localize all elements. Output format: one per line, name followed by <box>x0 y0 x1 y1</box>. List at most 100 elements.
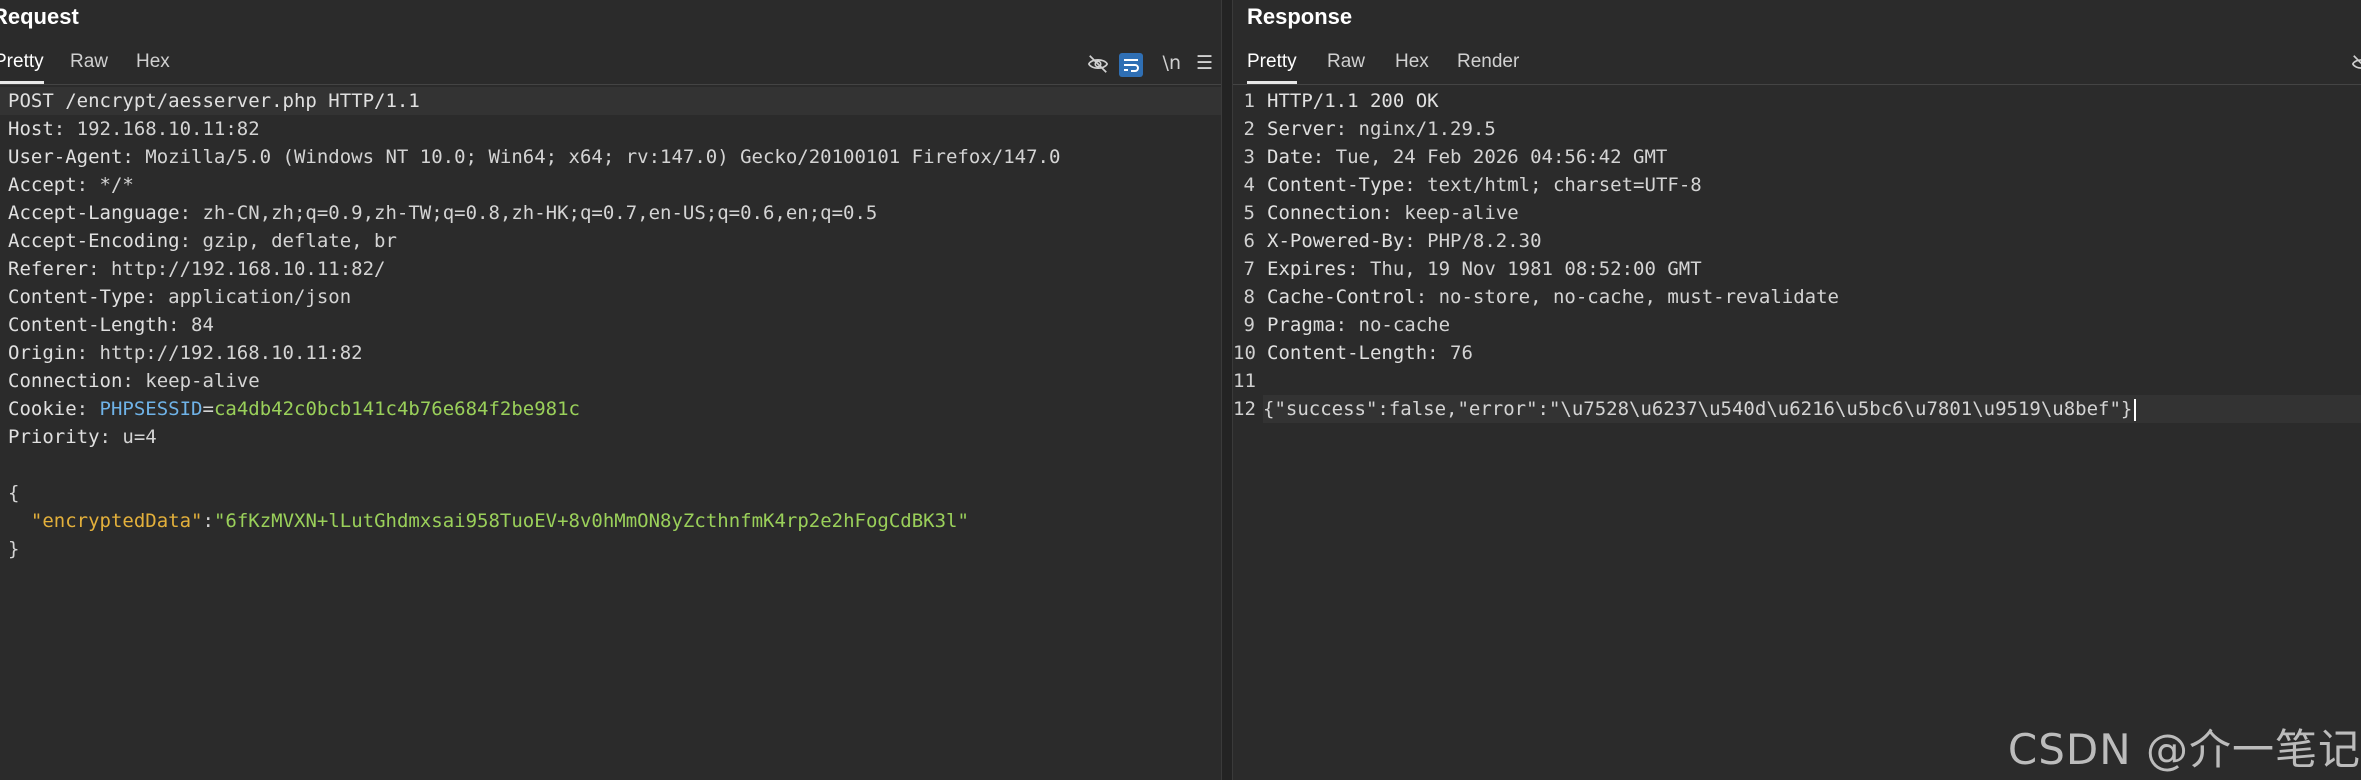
menu-icon[interactable]: ☰ <box>1196 48 1213 78</box>
request-token: "encryptedData" <box>30 510 203 532</box>
response-token: {"success":false,"error":"\u7528\u6237\u… <box>1263 398 2133 420</box>
line-number: 11 <box>1233 370 1256 392</box>
response-line: Server: nginx/1.29.5 <box>1267 115 2361 143</box>
response-title: Response <box>1247 4 1353 29</box>
response-token: : Thu, 19 Nov 1981 08:52:00 GMT <box>1347 258 1702 280</box>
request-token: : zh-CN,zh;q=0.9,zh-TW;q=0.8,zh-HK;q=0.7… <box>179 202 878 224</box>
line-number: 1 <box>1243 90 1255 112</box>
request-token: Content-Length <box>8 314 169 336</box>
response-token: HTTP/1.1 200 OK <box>1267 90 1439 112</box>
request-token: Origin <box>8 342 77 364</box>
response-line: Pragma: no-cache <box>1267 311 2361 339</box>
response-token: : no-cache <box>1335 314 1451 336</box>
response-pane: Response Pretty Raw Hex Render 123456789… <box>1233 0 2361 780</box>
request-token: } <box>8 538 20 560</box>
line-number: 7 <box>1243 258 1255 280</box>
request-token: : http://192.168.10.11:82 <box>76 342 363 364</box>
response-token: : nginx/1.29.5 <box>1335 118 1496 140</box>
response-token: : text/html; charset=UTF-8 <box>1404 174 1702 196</box>
request-token: : <box>76 398 100 420</box>
request-line: Accept-Encoding: gzip, deflate, br <box>0 227 1221 255</box>
request-token: : Mozilla/5.0 (Windows NT 10.0; Win64; x… <box>122 146 1061 168</box>
hide-nonprintable-icon[interactable] <box>2351 48 2361 78</box>
response-token: : no-store, no-cache, must-revalidate <box>1415 286 1839 308</box>
pane-splitter[interactable] <box>1221 0 1233 780</box>
response-line: Date: Tue, 24 Feb 2026 04:56:42 GMT <box>1267 143 2361 171</box>
request-title: Request <box>0 4 79 29</box>
line-number: 2 <box>1243 118 1255 140</box>
request-line: Referer: http://192.168.10.11:82/ <box>0 255 1221 283</box>
response-token: : 76 <box>1427 342 1473 364</box>
request-token: Priority <box>8 426 100 448</box>
request-token: PHPSESSID <box>99 398 203 420</box>
line-number: 8 <box>1243 286 1255 308</box>
line-number: 12 <box>1233 398 1256 420</box>
line-number: 4 <box>1243 174 1255 196</box>
response-token: Pragma <box>1267 314 1336 336</box>
hide-nonprintable-icon[interactable] <box>1087 48 1109 78</box>
request-token: Host <box>8 118 54 140</box>
response-line: Cache-Control: no-store, no-cache, must-… <box>1267 283 2361 311</box>
word-wrap-icon[interactable] <box>1119 49 1143 79</box>
request-token: : 192.168.10.11:82 <box>53 118 260 140</box>
response-token: Connection <box>1267 202 1382 224</box>
request-toolbar: \n ☰ <box>0 48 1221 78</box>
request-token: : 84 <box>168 314 214 336</box>
request-line: Origin: http://192.168.10.11:82 <box>0 339 1221 367</box>
show-newlines-icon[interactable]: \n <box>1163 48 1181 78</box>
request-token: Cookie <box>8 398 77 420</box>
request-token: : gzip, deflate, br <box>179 230 397 252</box>
response-line: {"success":false,"error":"\u7528\u6237\u… <box>1263 395 2361 423</box>
response-line: Content-Length: 76 <box>1267 339 2361 367</box>
request-token: : application/json <box>145 286 352 308</box>
response-line <box>1267 367 2361 395</box>
text-caret <box>2134 398 2137 421</box>
response-line: Expires: Thu, 19 Nov 1981 08:52:00 GMT <box>1267 255 2361 283</box>
request-line: Connection: keep-alive <box>0 367 1221 395</box>
line-number: 5 <box>1243 202 1255 224</box>
response-line: Content-Type: text/html; charset=UTF-8 <box>1267 171 2361 199</box>
line-number: 9 <box>1243 314 1255 336</box>
request-token: Referer <box>8 258 89 280</box>
line-number: 10 <box>1233 342 1256 364</box>
response-token: X-Powered-By <box>1267 230 1405 252</box>
response-line: Connection: keep-alive <box>1267 199 2361 227</box>
response-line: HTTP/1.1 200 OK <box>1267 87 2361 115</box>
response-token: Date <box>1267 146 1313 168</box>
request-line <box>0 451 1221 479</box>
request-editor[interactable]: POST /encrypt/aesserver.php HTTP/1.1 Host… <box>0 87 1221 780</box>
request-token: = <box>202 398 214 420</box>
request-line: Accept-Language: zh-CN,zh;q=0.9,zh-TW;q=… <box>0 199 1221 227</box>
response-token: : PHP/8.2.30 <box>1404 230 1542 252</box>
request-token: ca4db42c0bcb141c4b76e684f2be981c <box>213 398 580 420</box>
request-token: POST /encrypt/aesserver.php HTTP/1.1 <box>8 90 420 112</box>
line-number: 3 <box>1243 146 1255 168</box>
request-line: { <box>0 479 1221 507</box>
request-token: : http://192.168.10.11:82/ <box>88 258 386 280</box>
request-token: Accept <box>8 174 77 196</box>
request-line: Cookie: PHPSESSID=ca4db42c0bcb141c4b76e6… <box>0 395 1221 423</box>
request-token: Connection <box>8 370 123 392</box>
request-pane: Request Pretty Raw Hex \n ☰ POST /encryp… <box>0 0 1221 780</box>
request-token: User-Agent <box>8 146 123 168</box>
response-token: : keep-alive <box>1381 202 1519 224</box>
request-tabbar-divider <box>0 84 1221 85</box>
response-tabbar-divider <box>1233 84 2361 85</box>
request-token: "6fKzMVXN+lLutGhdmxsai958TuoEV+8v0hMmON8… <box>213 510 969 532</box>
request-token: : keep-alive <box>122 370 260 392</box>
response-editor[interactable]: 1 2 3 4 5 6 7 8 9 10 11 12 HTTP/1.1 200 OK Server: n… <box>1233 87 2361 780</box>
request-token: Content-Type <box>8 286 146 308</box>
request-line: Content-Length: 84 <box>0 311 1221 339</box>
response-token: Cache-Control <box>1267 286 1416 308</box>
request-line: Priority: u=4 <box>0 423 1221 451</box>
request-line: User-Agent: Mozilla/5.0 (Windows NT 10.0… <box>0 143 1221 171</box>
line-number: 6 <box>1243 230 1255 252</box>
response-token: Content-Length <box>1267 342 1428 364</box>
request-token: : <box>202 510 214 532</box>
request-line: } <box>0 535 1221 563</box>
response-toolbar <box>1233 48 2361 78</box>
request-line: Content-Type: application/json <box>0 283 1221 311</box>
response-token: Expires <box>1267 258 1348 280</box>
csdn-watermark: CSDN @介一笔记 <box>2007 725 2361 774</box>
line-number-gutter: 1 2 3 4 5 6 7 8 9 10 11 12 <box>1233 87 1257 780</box>
